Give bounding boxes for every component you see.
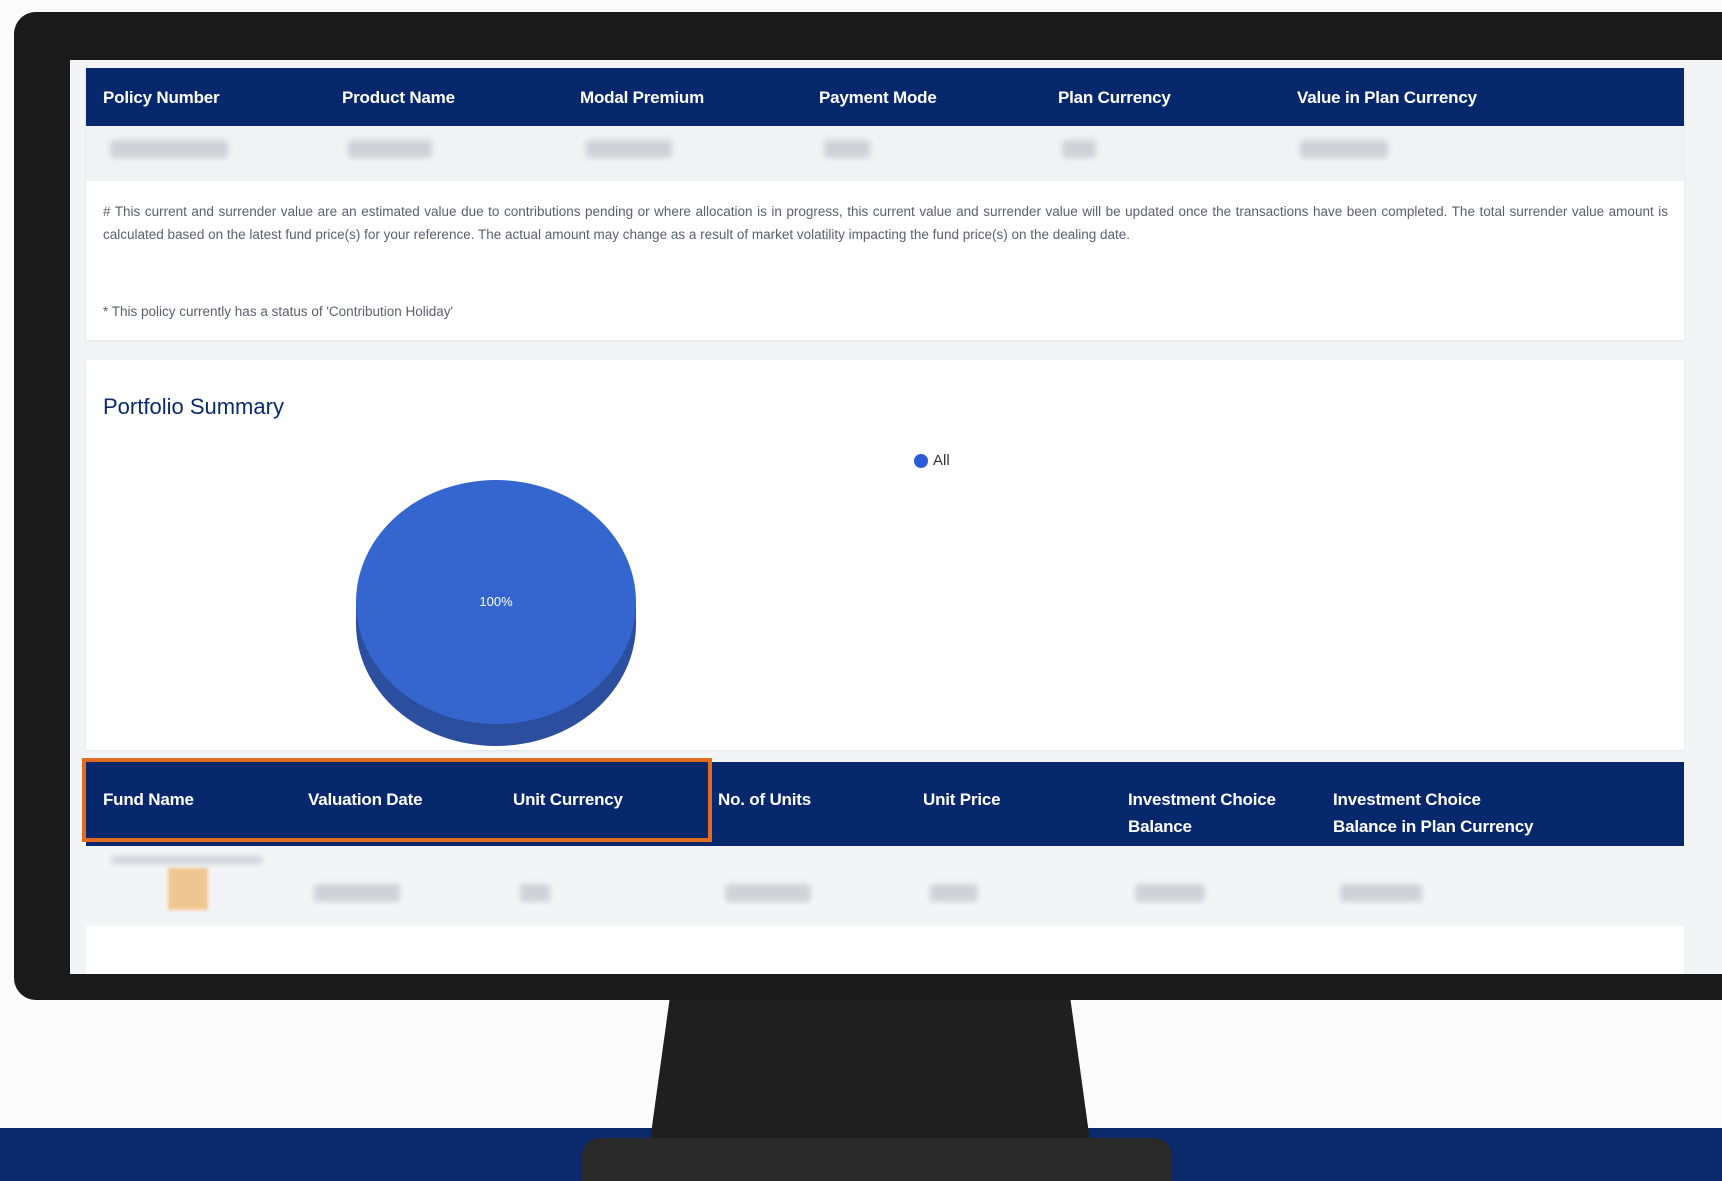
stage: Policy Number Product Name Modal Premium… <box>0 0 1722 1181</box>
policy-card: Policy Number Product Name Modal Premium… <box>86 68 1684 340</box>
pie-slice-label: 100% <box>479 594 513 609</box>
portfolio-title: Portfolio Summary <box>103 394 284 419</box>
portfolio-summary-card: Portfolio Summary All 100% <box>86 360 1684 750</box>
col-plan-currency[interactable]: Plan Currency <box>1058 88 1171 108</box>
valuation-note: # This current and surrender value are a… <box>103 204 1668 242</box>
value-redacted <box>1300 140 1388 158</box>
legend-label: All <box>933 452 950 469</box>
chart-legend[interactable]: All <box>914 452 950 469</box>
col-icb-line1: Investment Choice <box>1128 790 1276 809</box>
legend-swatch <box>914 453 928 468</box>
col-investment-choice-balance[interactable]: Investment Choice Balance <box>1128 786 1276 840</box>
col-icb-plan-currency[interactable]: Investment Choice Balance in Plan Curren… <box>1333 786 1533 840</box>
unit-currency-redacted <box>520 884 550 902</box>
col-unit-price[interactable]: Unit Price <box>923 786 1001 813</box>
col-no-of-units-label: No. of Units <box>718 790 811 809</box>
modal-premium-redacted <box>586 140 672 158</box>
col-value-in-plan-currency[interactable]: Value in Plan Currency <box>1297 88 1477 108</box>
col-icb-line2: Balance <box>1128 817 1192 836</box>
screen: Policy Number Product Name Modal Premium… <box>70 60 1722 974</box>
pie-chart: 100% <box>336 456 656 746</box>
icb-redacted <box>1135 884 1205 902</box>
col-policy-number[interactable]: Policy Number <box>103 88 220 108</box>
funds-card: Fund Name Valuation Date Unit Currency N… <box>82 758 1684 974</box>
policy-number-redacted <box>110 140 228 158</box>
monitor-bezel: Policy Number Product Name Modal Premium… <box>14 12 1722 1000</box>
policy-status-note: * This policy currently has a status of … <box>103 304 454 319</box>
fund-name-redacted <box>112 856 262 864</box>
plan-currency-redacted <box>1062 140 1096 158</box>
icbpc-redacted <box>1340 884 1422 902</box>
funds-table-header: Fund Name Valuation Date Unit Currency N… <box>82 758 1684 846</box>
valuation-date-redacted <box>314 884 400 902</box>
col-modal-premium[interactable]: Modal Premium <box>580 88 704 108</box>
col-product-name[interactable]: Product Name <box>342 88 455 108</box>
payment-mode-redacted <box>824 140 870 158</box>
col-unit-price-label: Unit Price <box>923 790 1001 809</box>
col-icbpc-line2: Balance in Plan Currency <box>1333 817 1534 836</box>
pie-svg: 100% <box>356 480 636 746</box>
monitor-stand <box>650 996 1090 1141</box>
no-of-units-redacted <box>725 884 811 902</box>
policy-table-header: Policy Number Product Name Modal Premium… <box>86 68 1684 126</box>
col-icbpc-line1: Investment Choice <box>1333 790 1481 809</box>
highlight-box <box>82 758 712 842</box>
unit-price-redacted <box>930 884 978 902</box>
product-name-redacted <box>348 140 432 158</box>
col-payment-mode[interactable]: Payment Mode <box>819 88 937 108</box>
policy-row[interactable] <box>86 126 1684 181</box>
monitor-stand-base <box>582 1138 1172 1181</box>
fund-thumbnail <box>168 868 208 910</box>
col-no-of-units[interactable]: No. of Units <box>718 786 811 813</box>
fund-row[interactable] <box>86 846 1684 926</box>
